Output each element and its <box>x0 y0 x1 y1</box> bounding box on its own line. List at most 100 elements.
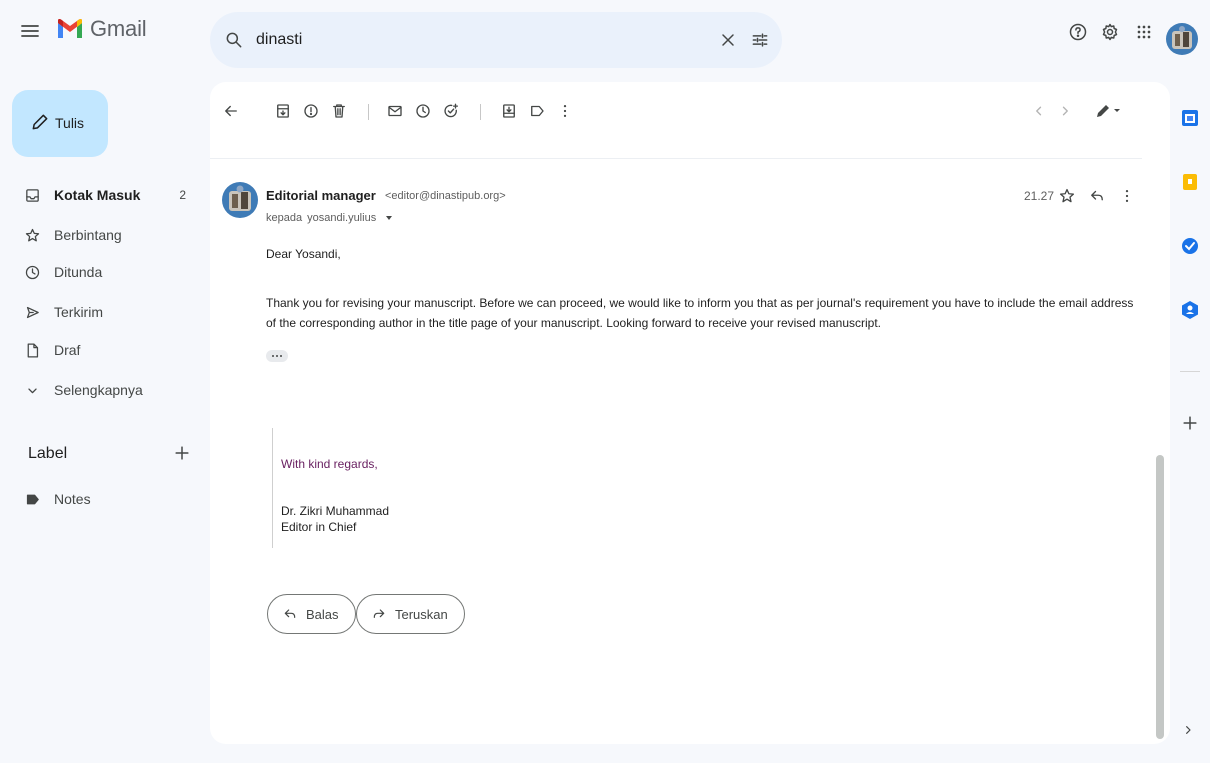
ellipsis-dot <box>276 355 278 357</box>
sidebar-label-notes[interactable]: Notes <box>24 487 200 511</box>
avatar-image-icon <box>222 182 258 218</box>
tasks-app-button[interactable] <box>1180 236 1200 256</box>
input-tools-button[interactable] <box>1094 102 1122 120</box>
chevron-right-icon <box>1062 106 1068 116</box>
sidebar-item-inbox[interactable]: Kotak Masuk 2 <box>24 183 200 207</box>
signature-block: With kind regards, Dr. Zikri Muhammad Ed… <box>272 428 389 548</box>
clock-icon <box>416 104 430 118</box>
sender-email: <editor@dinastipub.org> <box>385 190 506 202</box>
close-icon[interactable] <box>718 30 738 50</box>
sidebar-item-label: Berbintang <box>54 227 122 243</box>
scrollbar[interactable] <box>1156 455 1164 739</box>
ellipsis-dot <box>280 355 282 357</box>
signature-title: Editor in Chief <box>281 520 357 534</box>
sidebar-item-drafts[interactable]: Draf <box>24 338 200 362</box>
sidebar-item-label: Selengkapnya <box>54 382 143 398</box>
label-outline-icon <box>531 105 544 117</box>
menu-icon <box>21 25 39 37</box>
compose-label: Tulis <box>55 115 85 131</box>
show-side-panel-button[interactable] <box>1180 722 1196 738</box>
reply-label: Balas <box>306 606 339 622</box>
archive-icon <box>277 104 289 118</box>
unread-count: 2 <box>179 188 186 202</box>
help-icon[interactable] <box>1068 22 1088 42</box>
settings-icon[interactable] <box>1100 22 1120 42</box>
sidebar-item-label: Terkirim <box>54 304 103 320</box>
labels-button[interactable] <box>528 102 546 120</box>
message-more-button[interactable] <box>1118 187 1136 205</box>
add-task-button[interactable] <box>442 102 460 120</box>
envelope-icon <box>388 105 402 117</box>
pencil-icon <box>32 114 48 130</box>
older-message-button[interactable] <box>1056 102 1074 120</box>
clock-icon <box>25 265 40 279</box>
chevron-left-icon <box>1036 106 1042 116</box>
more-options-button[interactable] <box>556 102 574 120</box>
forward-label: Teruskan <box>395 606 448 622</box>
avatar-image-icon <box>1166 23 1198 55</box>
gmail-logo[interactable]: Gmail <box>56 16 147 42</box>
plus-icon <box>1183 416 1197 430</box>
calendar-icon <box>1182 110 1198 126</box>
search-options-icon[interactable] <box>750 30 770 50</box>
calendar-app-button[interactable] <box>1180 108 1200 128</box>
toolbar-divider <box>368 104 369 120</box>
recipient-line: kepada yosandi.yulius <box>266 212 394 224</box>
arrow-left-icon <box>225 105 237 117</box>
move-to-button[interactable] <box>500 102 518 120</box>
inbox-icon <box>26 188 39 202</box>
caret-down-icon[interactable] <box>384 214 394 222</box>
sidebar-item-label: Draf <box>54 342 81 358</box>
report-spam-button[interactable] <box>302 102 320 120</box>
add-label-icon[interactable] <box>172 443 192 463</box>
star-icon <box>25 228 40 241</box>
more-vertical-icon <box>1125 190 1129 202</box>
trash-icon <box>333 104 345 118</box>
newer-message-button[interactable] <box>1030 102 1048 120</box>
get-addons-button[interactable] <box>1180 413 1200 433</box>
mark-unread-button[interactable] <box>386 102 404 120</box>
add-task-icon <box>444 103 459 118</box>
contacts-app-button[interactable] <box>1180 300 1200 320</box>
keep-app-button[interactable] <box>1180 172 1200 192</box>
search-icon[interactable] <box>224 30 244 50</box>
sidebar-item-starred[interactable]: Berbintang <box>24 223 200 247</box>
apps-grid-icon[interactable] <box>1134 22 1154 42</box>
archive-button[interactable] <box>274 102 292 120</box>
sidebar-item-sent[interactable]: Terkirim <box>24 300 200 324</box>
snooze-button[interactable] <box>414 102 432 120</box>
labels-heading: Label <box>28 445 68 462</box>
delete-button[interactable] <box>330 102 348 120</box>
recipient-prefix: kepada <box>266 212 303 224</box>
account-avatar[interactable] <box>1166 23 1198 55</box>
forward-pill-button[interactable]: Teruskan <box>356 594 465 634</box>
sender-name[interactable]: Editorial manager <box>266 188 376 203</box>
search-input[interactable] <box>256 26 696 54</box>
chevron-down-icon <box>28 387 37 393</box>
send-icon <box>26 306 39 318</box>
reply-button[interactable] <box>1088 187 1106 205</box>
keep-icon <box>1183 174 1197 190</box>
sidebar-item-snoozed[interactable]: Ditunda <box>24 260 200 284</box>
star-button[interactable] <box>1058 187 1076 205</box>
reply-pill-button[interactable]: Balas <box>267 594 356 634</box>
pen-dropdown-icon <box>1097 105 1120 117</box>
report-icon <box>304 104 318 118</box>
star-icon <box>1059 188 1075 203</box>
sender-avatar[interactable] <box>222 182 258 218</box>
draft-icon <box>27 342 39 358</box>
recipient-name: yosandi.yulius <box>307 212 377 224</box>
sidebar-item-more[interactable]: Selengkapnya <box>24 378 200 402</box>
move-to-icon <box>503 104 515 118</box>
tasks-icon <box>1182 238 1198 254</box>
sidebar-item-label: Notes <box>54 491 91 507</box>
main-menu-button[interactable] <box>18 19 42 43</box>
forward-icon <box>373 609 385 618</box>
more-vertical-icon <box>563 105 567 117</box>
gmail-wordmark: Gmail <box>90 16 147 41</box>
message-toolbar <box>210 82 1170 142</box>
compose-button[interactable]: Tulis <box>12 90 108 157</box>
show-trimmed-content-button[interactable] <box>266 350 288 362</box>
back-button[interactable] <box>222 102 240 120</box>
chevron-right-icon <box>1186 726 1191 734</box>
